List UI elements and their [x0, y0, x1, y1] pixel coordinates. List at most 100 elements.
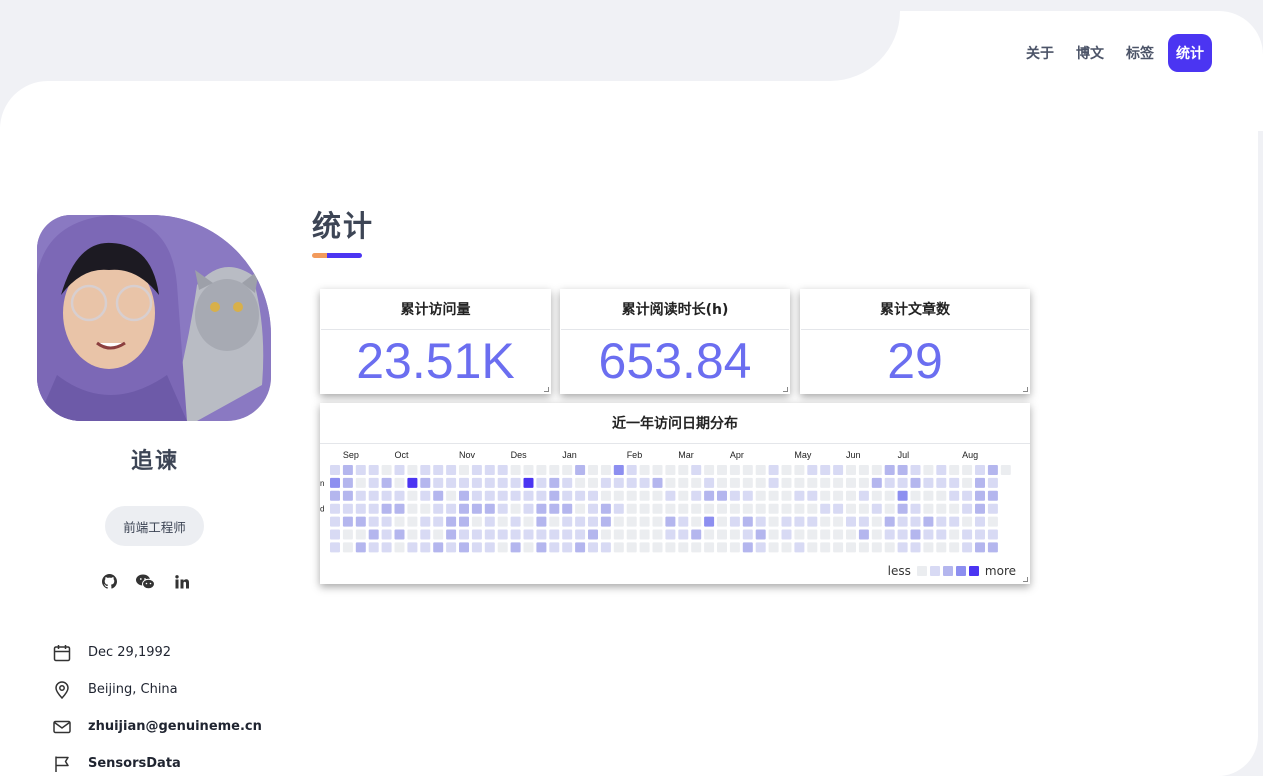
heatmap-day-cell[interactable]	[523, 542, 534, 553]
heatmap-day-cell[interactable]	[833, 477, 844, 488]
heatmap-day-cell[interactable]	[729, 529, 740, 540]
heatmap-day-cell[interactable]	[330, 490, 340, 501]
heatmap-day-cell[interactable]	[807, 529, 818, 540]
heatmap-day-cell[interactable]	[459, 465, 469, 475]
heatmap-day-cell[interactable]	[381, 529, 392, 540]
heatmap-day-cell[interactable]	[575, 503, 586, 514]
heatmap-day-cell[interactable]	[768, 503, 779, 514]
heatmap-day-cell[interactable]	[355, 477, 366, 488]
heatmap-day-cell[interactable]	[510, 490, 521, 501]
heatmap-day-cell[interactable]	[394, 542, 405, 553]
heatmap-day-cell[interactable]	[407, 490, 418, 501]
heatmap-day-cell[interactable]	[613, 477, 624, 488]
heatmap-day-cell[interactable]	[704, 465, 715, 475]
heatmap-day-cell[interactable]	[368, 503, 379, 514]
heatmap-day-cell[interactable]	[897, 542, 908, 553]
heatmap-day-cell[interactable]	[962, 516, 973, 527]
heatmap-day-cell[interactable]	[691, 477, 702, 488]
heatmap-day-cell[interactable]	[768, 529, 779, 540]
heatmap-day-cell[interactable]	[523, 490, 534, 501]
heatmap-day-cell[interactable]	[497, 477, 508, 488]
heatmap-day-cell[interactable]	[471, 490, 482, 501]
heatmap-day-cell[interactable]	[910, 465, 921, 475]
heatmap-day-cell[interactable]	[923, 542, 934, 553]
heatmap-day-cell[interactable]	[729, 542, 740, 553]
heatmap-day-cell[interactable]	[807, 542, 818, 553]
heatmap-day-cell[interactable]	[742, 490, 753, 501]
heatmap-day-cell[interactable]	[459, 477, 469, 488]
heatmap-day-cell[interactable]	[897, 465, 908, 475]
heatmap-day-cell[interactable]	[794, 465, 805, 475]
heatmap-day-cell[interactable]	[858, 516, 869, 527]
heatmap-day-cell[interactable]	[833, 503, 844, 514]
heatmap-day-cell[interactable]	[600, 529, 611, 540]
heatmap-day-cell[interactable]	[833, 465, 844, 475]
heatmap-day-cell[interactable]	[807, 503, 818, 514]
info-text[interactable]: zhuijian@genuineme.cn	[88, 719, 262, 734]
heatmap-day-cell[interactable]	[678, 529, 689, 540]
heatmap-day-cell[interactable]	[833, 529, 844, 540]
heatmap-day-cell[interactable]	[742, 542, 753, 553]
heatmap-day-cell[interactable]	[665, 477, 676, 488]
heatmap-day-cell[interactable]	[368, 465, 379, 475]
heatmap-day-cell[interactable]	[729, 477, 740, 488]
heatmap-day-cell[interactable]	[704, 529, 715, 540]
heatmap-day-cell[interactable]	[975, 490, 985, 501]
heatmap-day-cell[interactable]	[407, 465, 418, 475]
heatmap-day-cell[interactable]	[678, 516, 689, 527]
heatmap-day-cell[interactable]	[962, 465, 973, 475]
heatmap-day-cell[interactable]	[639, 503, 650, 514]
heatmap-day-cell[interactable]	[923, 490, 934, 501]
heatmap-day-cell[interactable]	[497, 465, 508, 475]
heatmap-day-cell[interactable]	[820, 477, 831, 488]
heatmap-day-cell[interactable]	[884, 542, 895, 553]
heatmap-day-cell[interactable]	[717, 542, 727, 553]
heatmap-day-cell[interactable]	[484, 503, 495, 514]
heatmap-day-cell[interactable]	[433, 542, 444, 553]
heatmap-day-cell[interactable]	[510, 477, 521, 488]
heatmap-day-cell[interactable]	[394, 516, 405, 527]
heatmap-day-cell[interactable]	[768, 490, 779, 501]
heatmap-day-cell[interactable]	[781, 465, 792, 475]
heatmap-day-cell[interactable]	[471, 542, 482, 553]
heatmap-day-cell[interactable]	[330, 529, 340, 540]
heatmap-day-cell[interactable]	[510, 516, 521, 527]
heatmap-day-cell[interactable]	[355, 490, 366, 501]
heatmap-day-cell[interactable]	[523, 503, 534, 514]
heatmap-day-cell[interactable]	[588, 465, 598, 475]
heatmap-day-cell[interactable]	[575, 516, 586, 527]
heatmap-day-cell[interactable]	[510, 503, 521, 514]
heatmap-day-cell[interactable]	[394, 503, 405, 514]
heatmap-day-cell[interactable]	[794, 516, 805, 527]
heatmap-day-cell[interactable]	[717, 529, 727, 540]
heatmap-day-cell[interactable]	[613, 490, 624, 501]
heatmap-day-cell[interactable]	[949, 465, 960, 475]
heatmap-day-cell[interactable]	[549, 516, 560, 527]
heatmap-day-cell[interactable]	[536, 477, 547, 488]
heatmap-day-cell[interactable]	[562, 503, 573, 514]
heatmap-day-cell[interactable]	[459, 529, 469, 540]
heatmap-day-cell[interactable]	[639, 465, 650, 475]
heatmap-day-cell[interactable]	[342, 529, 353, 540]
heatmap-day-cell[interactable]	[897, 529, 908, 540]
heatmap-day-cell[interactable]	[755, 477, 766, 488]
heatmap-day-cell[interactable]	[652, 542, 663, 553]
heatmap-day-cell[interactable]	[446, 529, 457, 540]
heatmap-day-cell[interactable]	[923, 516, 934, 527]
heatmap-day-cell[interactable]	[794, 503, 805, 514]
heatmap-day-cell[interactable]	[639, 477, 650, 488]
heatmap-day-cell[interactable]	[639, 516, 650, 527]
heatmap-day-cell[interactable]	[936, 465, 947, 475]
heatmap-day-cell[interactable]	[626, 503, 637, 514]
heatmap-day-cell[interactable]	[459, 503, 469, 514]
heatmap-day-cell[interactable]	[368, 477, 379, 488]
heatmap-day-cell[interactable]	[858, 465, 869, 475]
heatmap-day-cell[interactable]	[368, 542, 379, 553]
info-text[interactable]: SensorsData	[88, 756, 181, 771]
heatmap-day-cell[interactable]	[588, 490, 598, 501]
heatmap-day-cell[interactable]	[588, 529, 598, 540]
heatmap-day-cell[interactable]	[330, 516, 340, 527]
heatmap-day-cell[interactable]	[742, 477, 753, 488]
heatmap-day-cell[interactable]	[975, 516, 985, 527]
heatmap-day-cell[interactable]	[794, 477, 805, 488]
